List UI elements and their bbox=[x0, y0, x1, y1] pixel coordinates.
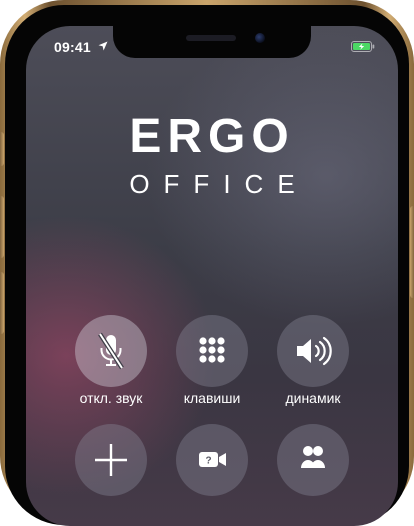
call-screen: 09:41 ERGO OFFICE откл. звук клавиши дин… bbox=[26, 26, 398, 526]
keypad-icon bbox=[199, 337, 225, 363]
phone-frame: 09:41 ERGO OFFICE откл. звук клавиши дин… bbox=[0, 0, 414, 526]
brand-logo-name: ERGO bbox=[129, 110, 295, 163]
phone-bezel: 09:41 ERGO OFFICE откл. звук клавиши дин… bbox=[5, 5, 409, 526]
speaker-button[interactable] bbox=[277, 315, 349, 387]
silent-switch bbox=[0, 132, 4, 166]
contacts-icon bbox=[301, 446, 325, 468]
location-arrow-icon bbox=[98, 41, 108, 51]
add-call-button[interactable] bbox=[75, 424, 147, 496]
svg-text:?: ? bbox=[205, 456, 211, 467]
brand-logo-subtitle: OFFICE bbox=[129, 169, 309, 199]
contacts-button[interactable] bbox=[277, 424, 349, 496]
facetime-button[interactable]: ? bbox=[176, 424, 248, 496]
volume-up-button bbox=[0, 196, 4, 258]
notch bbox=[113, 26, 311, 58]
plus-icon bbox=[95, 444, 127, 476]
microphone-slash-icon bbox=[98, 332, 124, 370]
speaker-button-label: динамик bbox=[285, 390, 341, 406]
volume-down-button bbox=[0, 272, 4, 334]
speaker-icon bbox=[297, 336, 332, 366]
facetime-icon: ? bbox=[199, 452, 226, 467]
battery-charging-icon bbox=[351, 41, 375, 52]
front-camera bbox=[255, 33, 265, 43]
keypad-button[interactable] bbox=[176, 315, 248, 387]
earpiece-speaker bbox=[186, 35, 236, 41]
power-button bbox=[410, 206, 414, 298]
mute-button[interactable] bbox=[75, 315, 147, 387]
status-time: 09:41 bbox=[54, 39, 91, 55]
